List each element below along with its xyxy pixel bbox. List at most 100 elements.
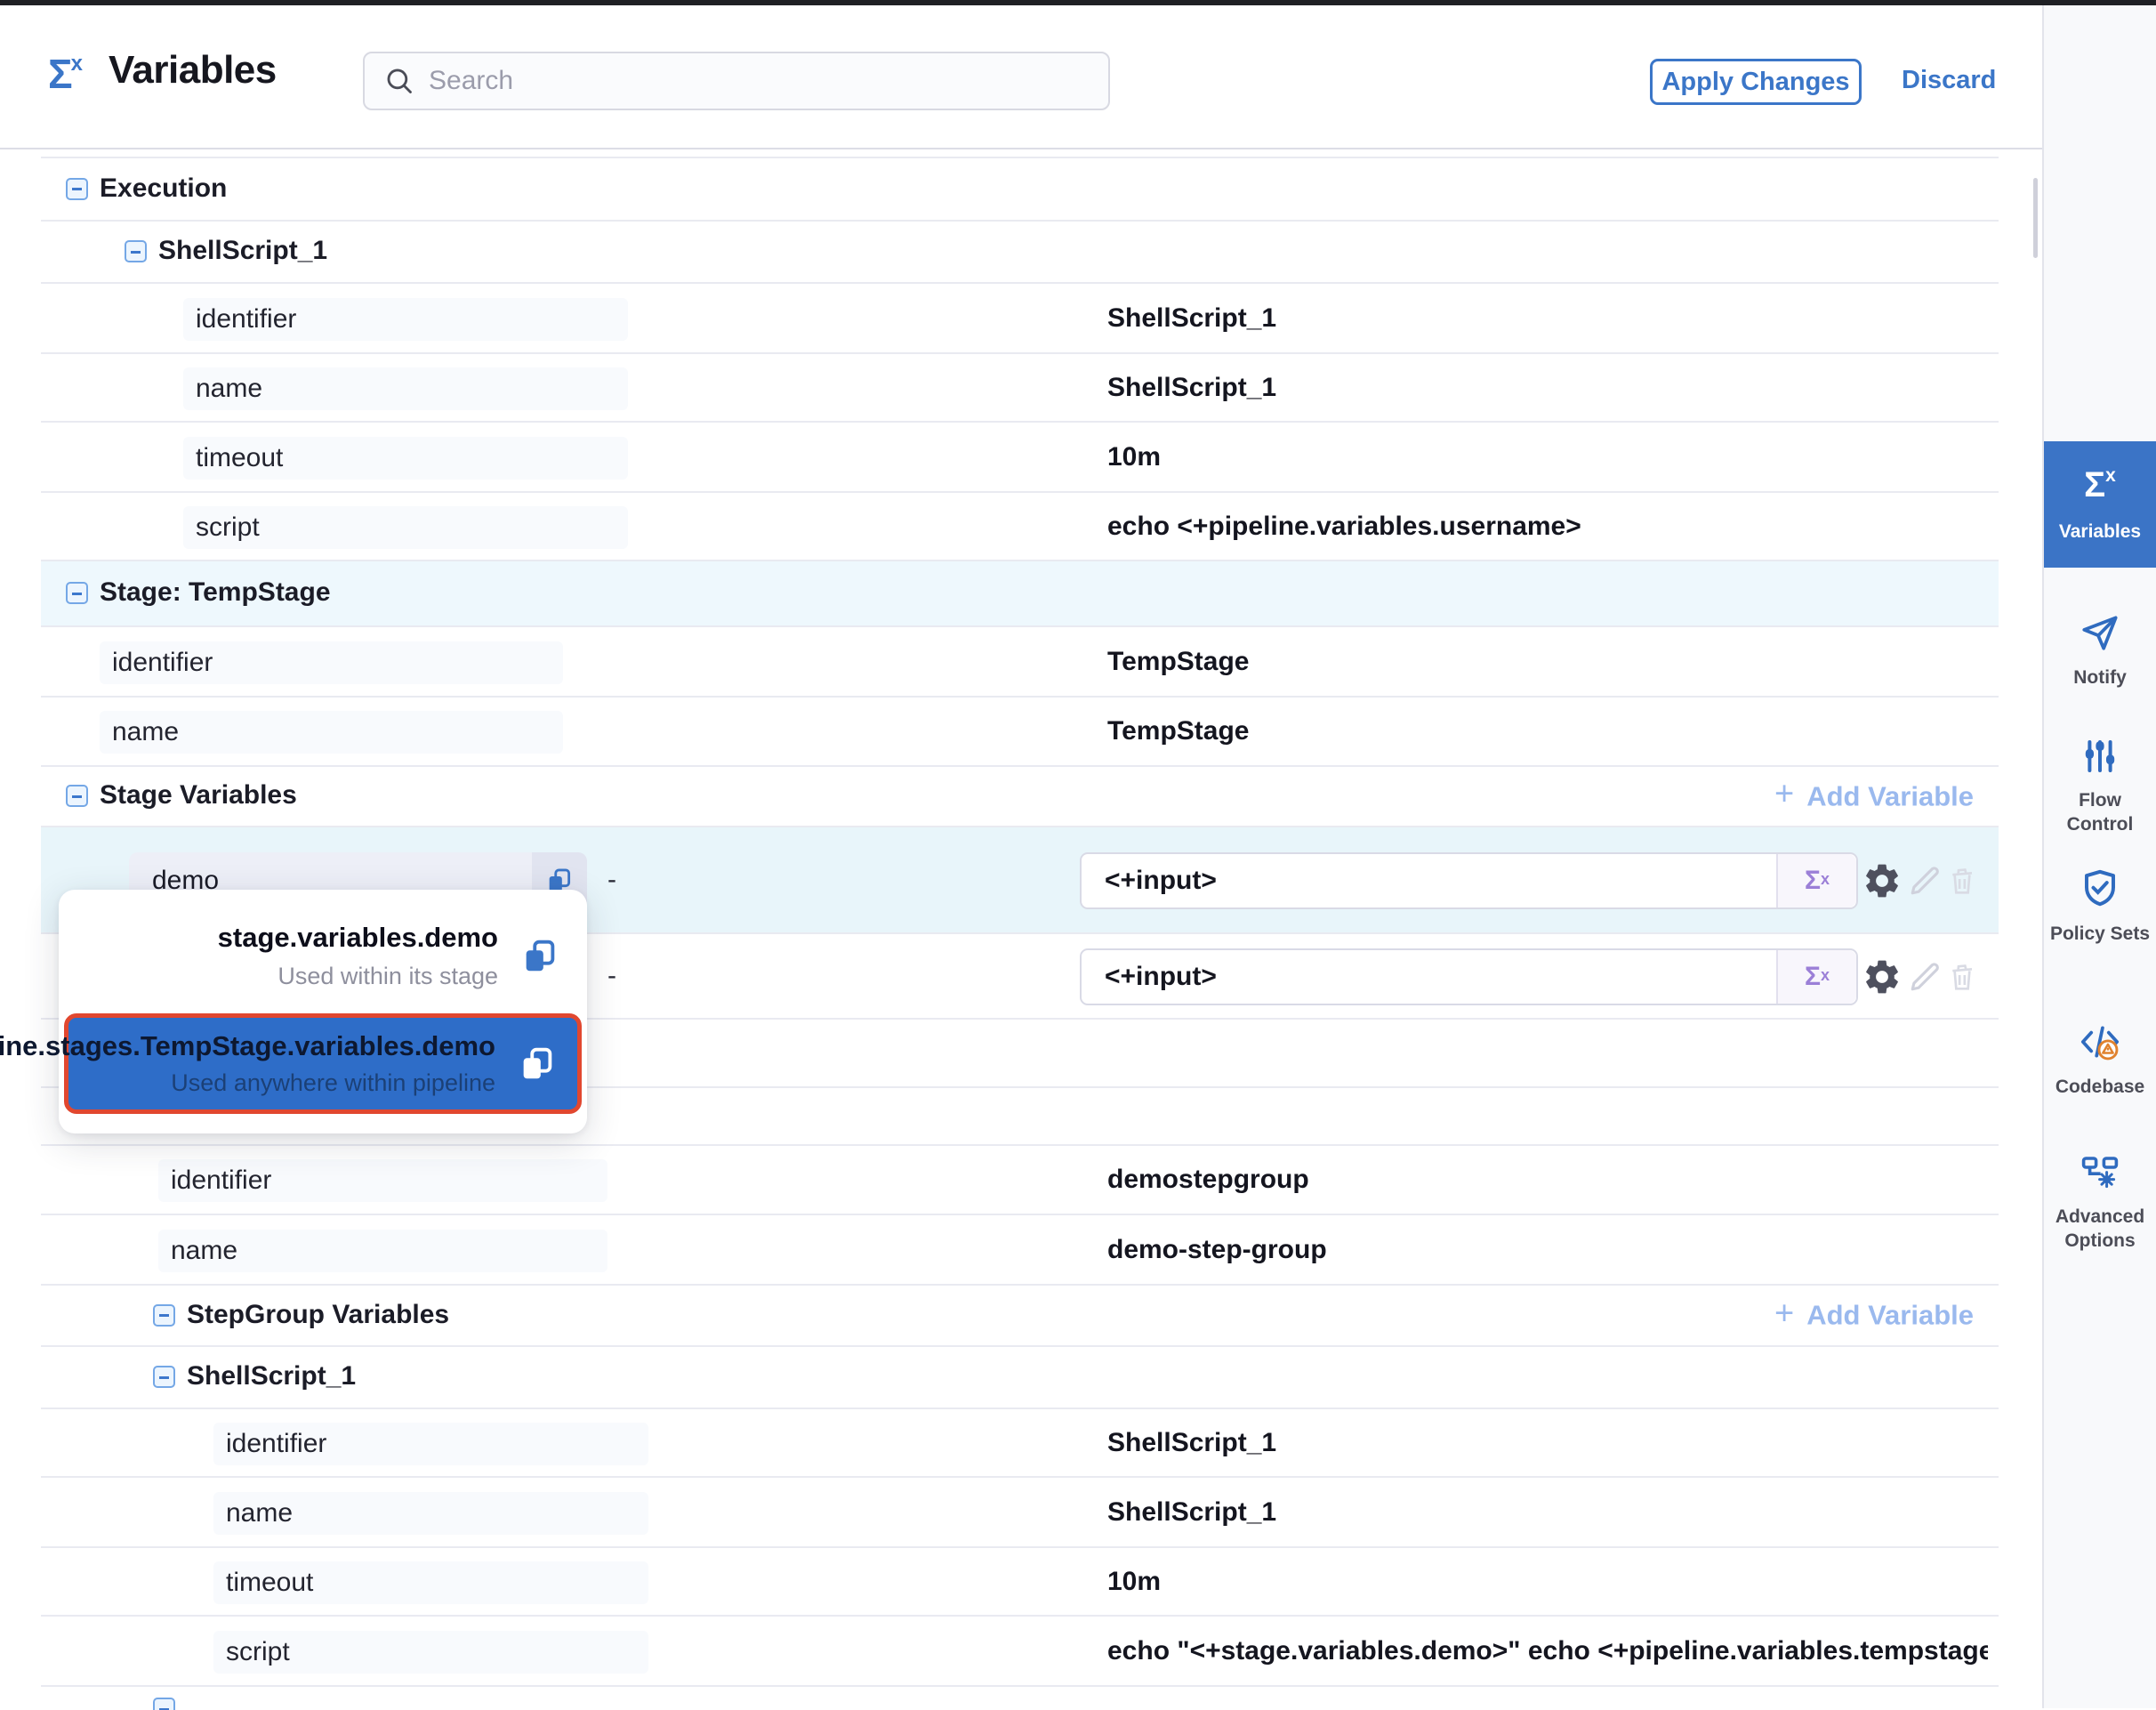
code-warning-icon [2078, 1020, 2122, 1064]
param-value: TempStage [1107, 716, 1249, 746]
section-label: Stage: TempStage [100, 577, 331, 608]
section-label: ShellScript_1 [187, 1361, 356, 1391]
expression-option-pipeline-scope[interactable]: pipeline.stages.TempStage.variables.demo… [64, 1013, 582, 1114]
pencil-icon[interactable] [1905, 957, 1944, 996]
expression-option-stage-scope[interactable]: stage.variables.demo Used within its sta… [59, 916, 587, 1008]
section-label: Execution [100, 173, 227, 204]
collapse-icon[interactable] [66, 178, 88, 200]
plus-icon: + [1774, 1295, 1794, 1333]
param-label-field: timeout [213, 1561, 648, 1604]
apply-changes-button[interactable]: Apply Changes [1650, 59, 1862, 105]
collapse-icon[interactable] [153, 1366, 175, 1388]
param-value: ShellScript_1 [1107, 1497, 1276, 1528]
expression-scope: Used within its stage [218, 963, 498, 990]
discard-button[interactable]: Discard [1902, 66, 1996, 95]
param-value: echo <+pipeline.variables.username> [1107, 512, 1581, 542]
search-icon [384, 66, 414, 96]
collapse-icon[interactable] [153, 1304, 175, 1327]
param-value: ShellScript_1 [1107, 303, 1276, 334]
add-variable-button[interactable]: +Add Variable [1774, 1296, 1974, 1335]
param-row: name TempStage [41, 698, 1999, 767]
section-label: Stage Variables [100, 780, 297, 811]
param-value: ShellScript_1 [1107, 373, 1276, 403]
param-label-field: identifier [158, 1159, 607, 1202]
tree-section-row: Stage: TempStage [41, 561, 1999, 627]
shield-check-icon [2078, 867, 2122, 911]
sidebar-item-variables[interactable]: Σx Variables [2044, 441, 2156, 568]
param-label-field: name [183, 367, 628, 410]
section-label: StepGroup Variables [187, 1300, 449, 1330]
add-variable-button[interactable]: +Add Variable [1774, 778, 1974, 816]
sidebar-item-policy-sets[interactable]: Policy Sets [2044, 867, 2156, 946]
expression-text: pipeline.stages.TempStage.variables.demo [0, 1030, 495, 1062]
param-row: identifier ShellScript_1 [41, 284, 1999, 354]
param-row: name ShellScript_1 [41, 1478, 1999, 1548]
param-value: 10m [1107, 442, 1161, 472]
gear-icon[interactable] [1862, 956, 1903, 997]
sidebar-item-advanced-options[interactable]: Advanced Options [2044, 1151, 2156, 1253]
trash-icon[interactable] [1944, 959, 1980, 995]
collapse-icon[interactable] [66, 785, 88, 807]
param-value: ShellScript_1 [1107, 1428, 1276, 1458]
plus-icon: + [1774, 776, 1794, 814]
param-label-field: identifier [100, 641, 563, 684]
param-row: name ShellScript_1 [41, 354, 1999, 423]
tree-section-row: ShellScript_1 [41, 222, 1999, 284]
param-value: TempStage [1107, 647, 1249, 677]
variable-expression-popup: stage.variables.demo Used within its sta… [59, 890, 587, 1133]
page-title: Variables [109, 48, 277, 93]
param-label-field: name [100, 711, 563, 754]
tree-section-row: Execution [41, 158, 1999, 222]
param-row: identifier ShellScript_1 [41, 1409, 1999, 1478]
sigma-expression-button[interactable]: Σx [1776, 950, 1856, 1004]
expression-scope: Used anywhere within pipeline [0, 1069, 495, 1097]
scrollbar-thumb[interactable] [2033, 178, 2038, 258]
param-row: identifier TempStage [41, 627, 1999, 698]
param-label-field: script [183, 506, 628, 549]
param-row: scriptecho "<+stage.variables.demo>" ech… [41, 1617, 1999, 1687]
param-value: demo-step-group [1107, 1235, 1327, 1265]
sigma-x-icon: Σx [48, 50, 84, 98]
tree-section-row: Stage Variables +Add Variable [41, 767, 1999, 827]
collapse-icon[interactable] [125, 240, 147, 262]
sidebar-item-notify[interactable]: Notify [2044, 610, 2156, 690]
param-value: 10m [1107, 1567, 1161, 1597]
expression-text: stage.variables.demo [218, 922, 498, 954]
required-indicator: - [607, 865, 616, 895]
section-label: ShellScript_1 [158, 236, 327, 266]
pencil-icon[interactable] [1905, 861, 1944, 900]
flowchart-gear-icon [2079, 1151, 2121, 1194]
paper-plane-icon [2078, 610, 2122, 655]
gear-icon[interactable] [1862, 860, 1903, 901]
sigma-x-icon: Σx [2084, 465, 2116, 505]
param-label-field: identifier [183, 298, 628, 341]
param-label-field: name [158, 1230, 607, 1272]
search-box[interactable] [363, 52, 1110, 110]
param-row: name demo-step-group [41, 1215, 1999, 1286]
search-input[interactable] [429, 66, 1051, 96]
sidebar-item-codebase[interactable]: Codebase [2044, 1020, 2156, 1099]
param-value: demostepgroup [1107, 1165, 1309, 1195]
param-row: identifier demostepgroup [41, 1146, 1999, 1215]
param-label-field: timeout [183, 437, 628, 480]
sigma-expression-button[interactable]: Σx [1776, 854, 1856, 907]
param-row: timeout 10m [41, 1548, 1999, 1617]
param-label-field: identifier [213, 1423, 648, 1465]
collapse-icon[interactable] [66, 582, 88, 604]
param-value: echo "<+stage.variables.demo>" echo <+pi… [1107, 1636, 1988, 1666]
sidebar-item-flow-control[interactable]: Flow Control [2044, 735, 2156, 836]
variable-value-input[interactable]: <+input>Σx [1080, 852, 1858, 909]
copy-icon[interactable] [517, 1044, 558, 1085]
trash-icon[interactable] [1944, 863, 1980, 899]
tree-row [41, 1687, 1999, 1710]
param-label-field: name [213, 1492, 648, 1535]
pipeline-right-sidebar: Σx Variables Notify Flow Control Policy … [2042, 5, 2156, 1708]
tree-section-row: StepGroup Variables +Add Variable [41, 1286, 1999, 1347]
copy-icon[interactable] [519, 936, 560, 977]
param-row: timeout 10m [41, 423, 1999, 493]
required-indicator: - [607, 961, 616, 991]
param-row: script echo <+pipeline.variables.username… [41, 493, 1999, 561]
tree-section-row: ShellScript_1 [41, 1347, 1999, 1409]
variables-panel-header: Σx Variables Apply Changes Discard [0, 5, 2042, 149]
variable-value-input[interactable]: <+input>Σx [1080, 948, 1858, 1005]
